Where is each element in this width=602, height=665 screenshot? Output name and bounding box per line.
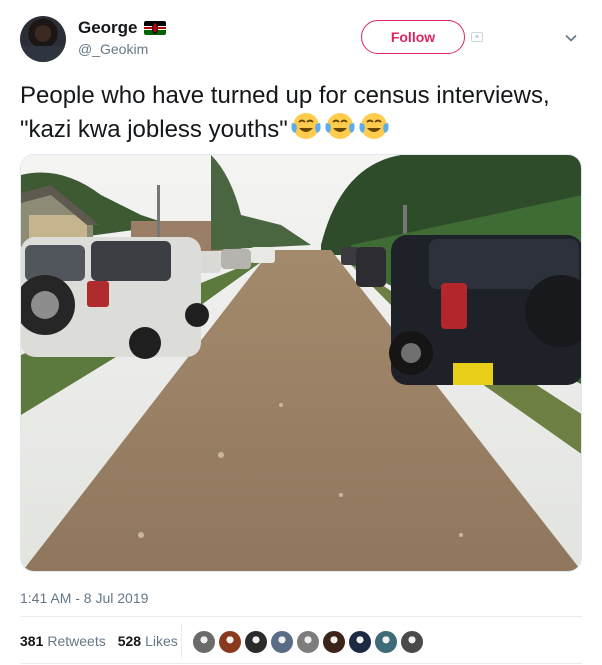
follow-indicator-icon	[471, 32, 483, 42]
liker-avatars	[192, 630, 424, 654]
user-avatar[interactable]	[20, 16, 66, 62]
divider	[20, 663, 582, 664]
retweets-count[interactable]: 381	[20, 633, 43, 649]
liker-avatar[interactable]	[218, 630, 242, 654]
kenya-flag-icon	[143, 21, 166, 35]
likes-count[interactable]: 528	[118, 633, 141, 649]
liker-avatar[interactable]	[192, 630, 216, 654]
face-with-tears-of-joy-emoji	[325, 113, 355, 139]
retweets-label[interactable]: Retweets	[47, 633, 105, 649]
emoji-group	[288, 113, 390, 143]
liker-avatar[interactable]	[374, 630, 398, 654]
liker-avatar[interactable]	[400, 630, 424, 654]
face-with-tears-of-joy-emoji	[291, 113, 321, 139]
display-name[interactable]: George	[78, 18, 138, 38]
liker-avatar[interactable]	[244, 630, 268, 654]
likes-label[interactable]: Likes	[145, 633, 178, 649]
liker-avatar[interactable]	[348, 630, 372, 654]
stats-divider	[181, 624, 182, 658]
liker-avatar[interactable]	[270, 630, 294, 654]
user-identity[interactable]: George @_Geokim	[78, 18, 166, 57]
liker-avatar[interactable]	[322, 630, 346, 654]
chevron-down-icon[interactable]	[565, 32, 577, 44]
tweet-photo[interactable]	[20, 154, 582, 572]
photo-of-parked-cars-on-dirt-road	[21, 155, 581, 571]
face-with-tears-of-joy-emoji	[359, 113, 389, 139]
tweet-header: George @_Geokim Follow	[20, 14, 585, 70]
divider	[20, 616, 582, 617]
user-handle[interactable]: @_Geokim	[78, 41, 166, 57]
tweet-timestamp[interactable]: 1:41 AM - 8 Jul 2019	[20, 590, 148, 606]
follow-button[interactable]: Follow	[361, 20, 465, 54]
liker-avatar[interactable]	[296, 630, 320, 654]
tweet-text-content: People who have turned up for census int…	[20, 82, 550, 143]
engagement-stats: 381 Retweets 528 Likes	[20, 633, 190, 649]
tweet-text: People who have turned up for census int…	[20, 80, 585, 145]
